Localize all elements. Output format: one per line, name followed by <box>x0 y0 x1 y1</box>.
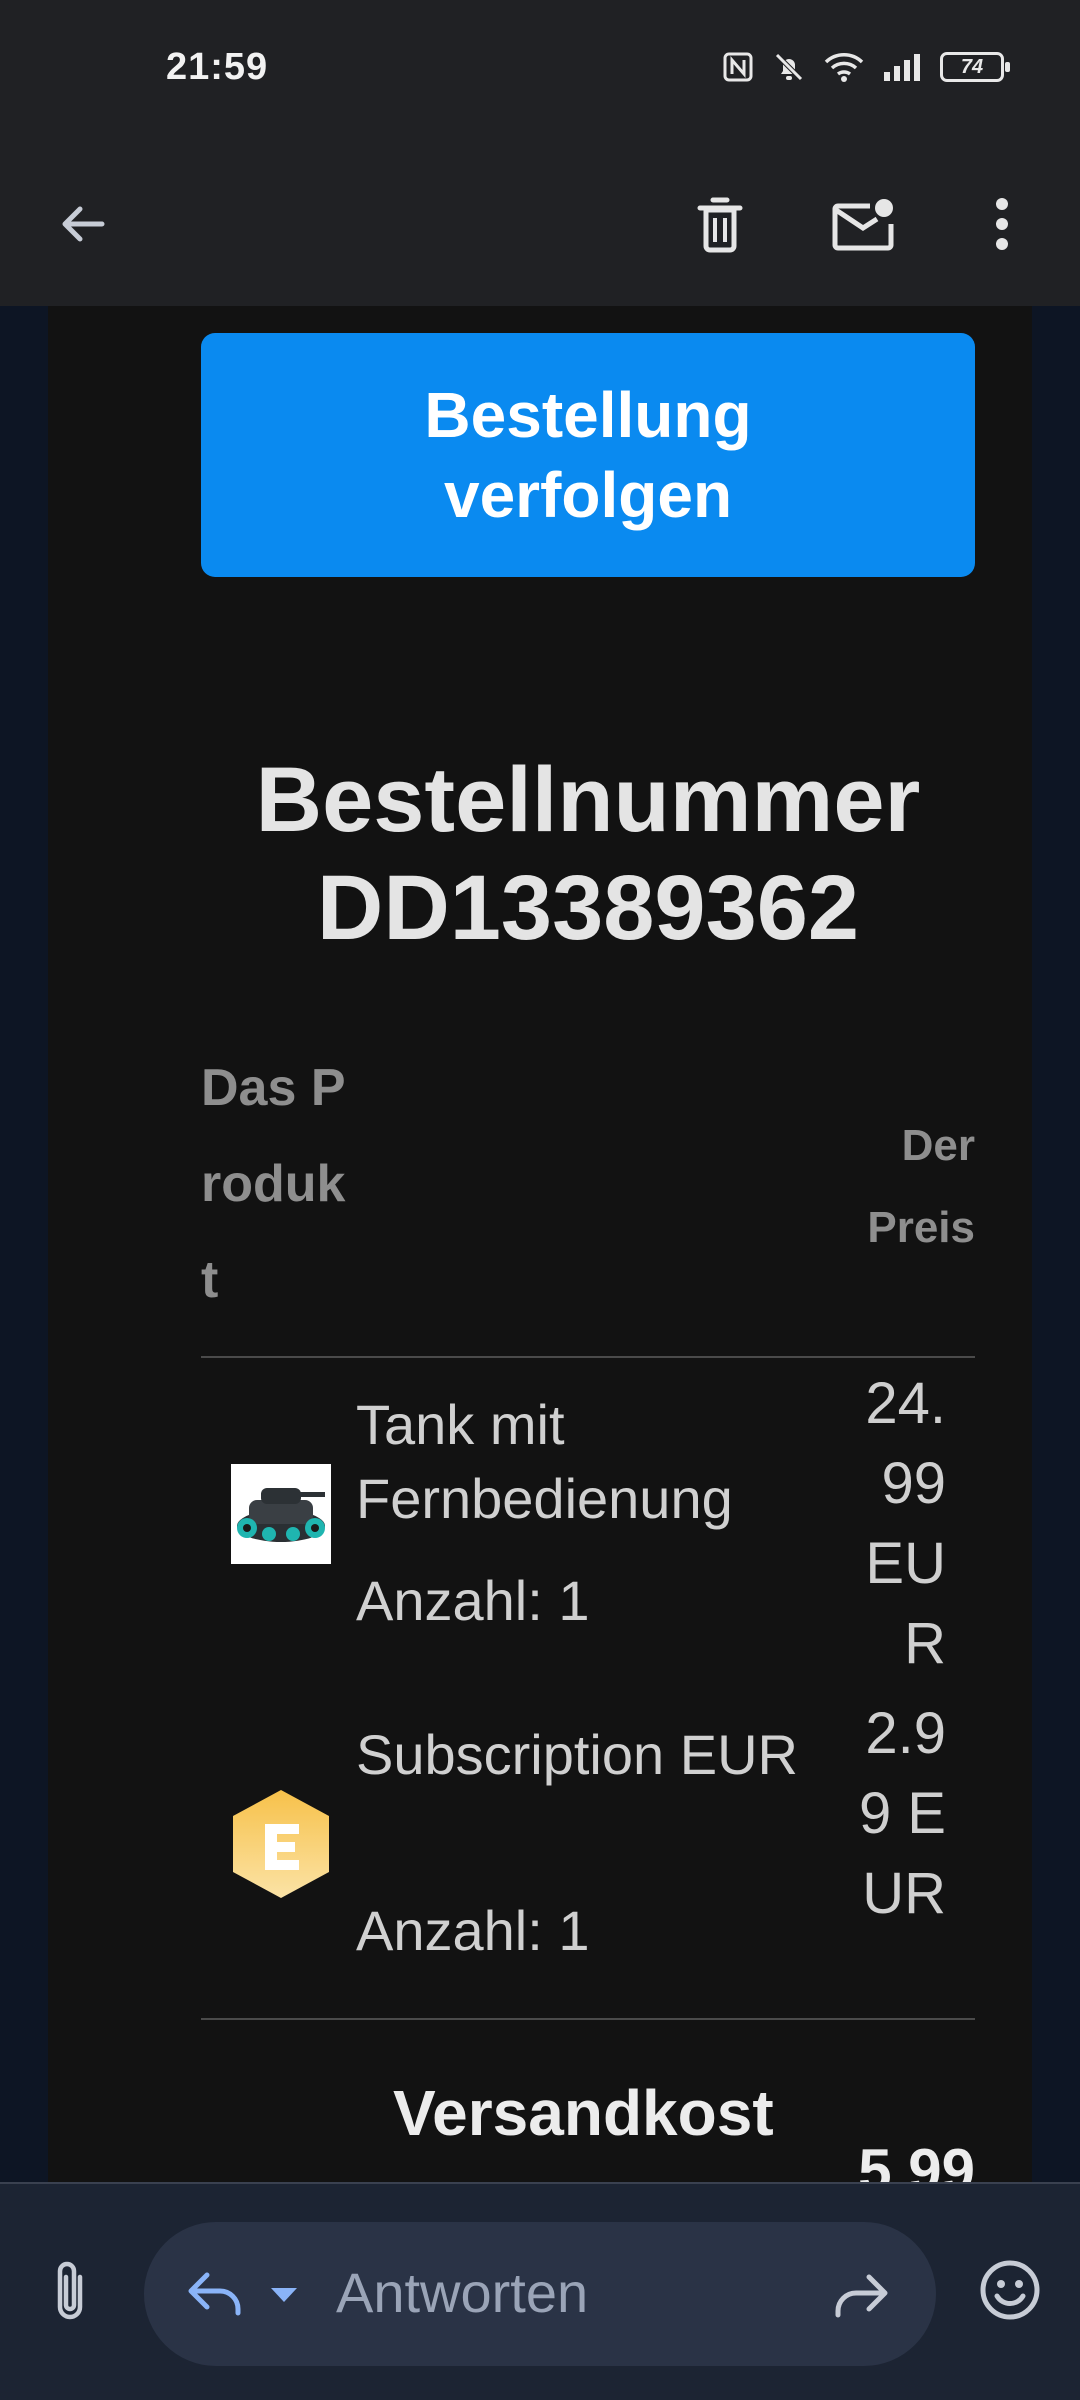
reply-icon <box>188 2272 241 2316</box>
wifi-icon <box>824 51 864 83</box>
shipping-value: 5.99 <box>858 2137 975 2182</box>
emoji-button[interactable] <box>972 2252 1048 2328</box>
battery-level: 74 <box>960 56 984 78</box>
subscription-e-logo <box>231 1788 331 1898</box>
reply-button[interactable] <box>180 2262 250 2326</box>
delete-icon <box>697 197 743 253</box>
email-body: Bestellung verfolgen Bestellnummer DD133… <box>0 306 1080 2182</box>
nfc-icon <box>722 51 754 83</box>
track-order-label: Bestellung verfolgen <box>424 379 752 531</box>
bell-off-icon <box>772 50 806 84</box>
column-header-product: Das Produkt <box>201 1059 346 1309</box>
track-order-button[interactable]: Bestellung verfolgen <box>201 333 975 577</box>
app-bar <box>0 140 1080 306</box>
item-price: 24.99 EUR <box>865 1371 946 1676</box>
reply-placeholder: Antworten <box>336 2261 589 2324</box>
column-header-price: Der Preis <box>867 1121 975 1252</box>
header-divider <box>201 1356 975 1358</box>
forward-icon <box>835 2274 888 2318</box>
back-button[interactable] <box>34 176 130 272</box>
mark-unread-button[interactable] <box>815 176 911 272</box>
more-vert-icon <box>996 198 1008 250</box>
rc-tank-image <box>231 1464 331 1564</box>
attach-icon <box>57 2261 83 2320</box>
item-price: 2.99 EUR <box>858 1701 946 1926</box>
signal-icon <box>882 52 922 82</box>
more-options-button[interactable] <box>954 176 1050 272</box>
back-arrow-icon <box>62 206 105 242</box>
emoji-icon <box>980 2260 1040 2320</box>
order-title-line1: Bestellnummer <box>255 749 921 851</box>
item-name: Subscription EUR <box>356 1723 798 1786</box>
attach-button[interactable] <box>40 2242 100 2342</box>
reply-options-dropdown[interactable] <box>266 2280 302 2310</box>
status-bar: 21:59 74 <box>0 0 1080 140</box>
shipping-label: Versandkost <box>393 2077 774 2149</box>
mark-unread-icon <box>832 199 894 251</box>
battery-icon: 74 <box>940 52 1010 82</box>
email-panel: Bestellung verfolgen Bestellnummer DD133… <box>48 306 1032 2182</box>
item-quantity: Anzahl: 1 <box>356 1569 590 1632</box>
forward-button[interactable] <box>826 2264 896 2328</box>
items-divider <box>201 2018 975 2020</box>
item-quantity: Anzahl: 1 <box>356 1899 590 1962</box>
status-icons: 74 <box>722 50 1010 84</box>
delete-button[interactable] <box>672 176 768 272</box>
order-number-heading: Bestellnummer DD13389362 <box>201 746 975 962</box>
bottom-bar: Antworten <box>0 2182 1080 2400</box>
dropdown-icon <box>271 2288 297 2302</box>
order-number: DD13389362 <box>316 857 860 959</box>
item-name: Tank mit Fernbedienung <box>356 1393 733 1530</box>
status-time: 21:59 <box>166 46 269 88</box>
